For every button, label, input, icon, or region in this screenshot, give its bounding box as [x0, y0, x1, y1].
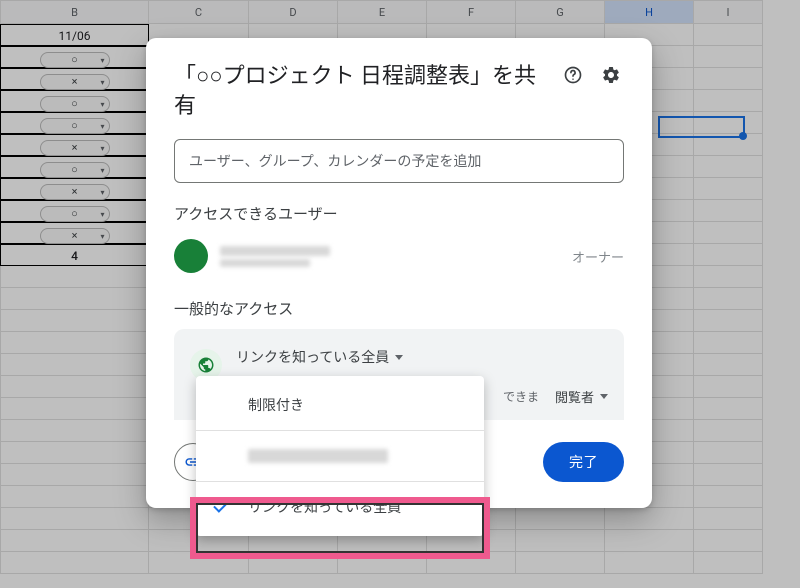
access-section-label: アクセスできるユーザー: [174, 203, 624, 224]
general-access-label: 一般的なアクセス: [174, 298, 624, 319]
role-select[interactable]: 閲覧者: [555, 387, 608, 406]
done-button[interactable]: 完了: [543, 442, 624, 482]
avatar: [174, 239, 208, 273]
general-access-subtext: できま: [503, 388, 539, 405]
dropdown-item-redacted[interactable]: [196, 433, 484, 479]
add-people-placeholder: ユーザー、グループ、カレンダーの予定を追加: [189, 151, 481, 171]
dialog-title: 「○○プロジェクト 日程調整表」を共有: [174, 62, 548, 121]
add-people-input[interactable]: ユーザー、グループ、カレンダーの予定を追加: [174, 139, 624, 183]
dropdown-separator: [196, 430, 484, 431]
general-access-dropdown: 制限付き リンクを知っている全員: [196, 376, 484, 536]
help-icon[interactable]: [560, 62, 586, 88]
gear-icon[interactable]: [598, 62, 624, 88]
owner-role-label: オーナー: [572, 247, 624, 266]
owner-row: オーナー: [174, 234, 624, 278]
redacted-text: [248, 449, 388, 463]
dropdown-item-anyone-with-link[interactable]: リンクを知っている全員: [196, 484, 484, 530]
dropdown-separator: [196, 481, 484, 482]
general-access-select[interactable]: リンクを知っている全員: [236, 347, 608, 367]
dropdown-item-restricted[interactable]: 制限付き: [196, 382, 484, 428]
owner-info: [220, 246, 560, 267]
